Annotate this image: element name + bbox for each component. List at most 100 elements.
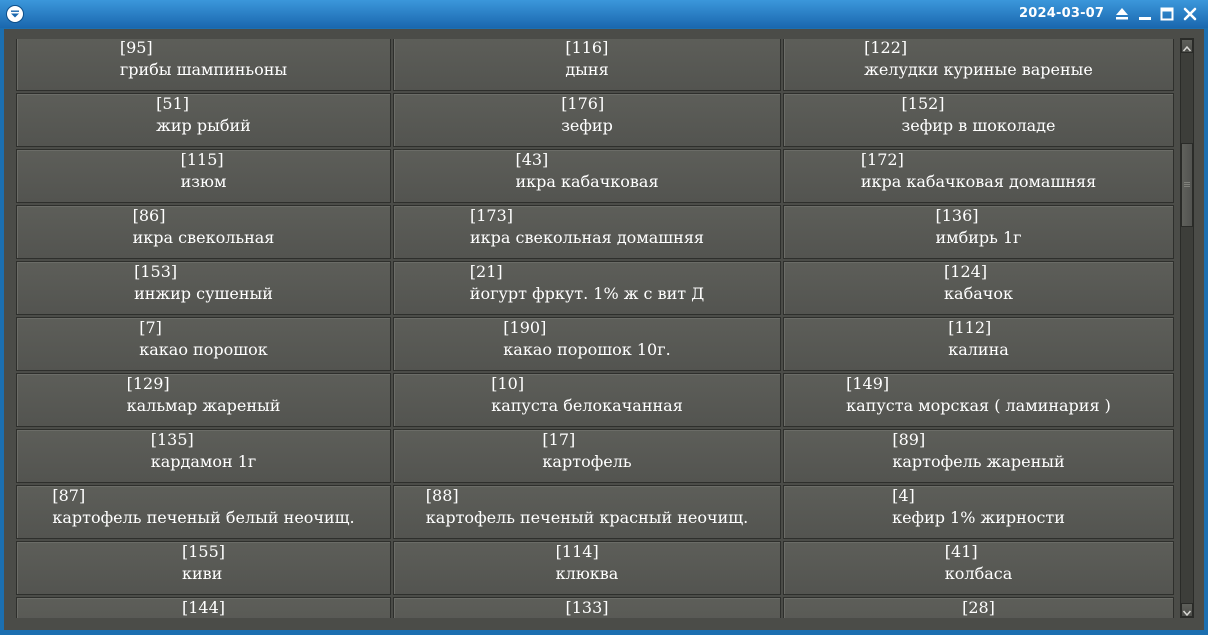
product-button[interactable]: [155] киви — [16, 541, 391, 595]
product-button[interactable]: [51] жир рыбий — [16, 93, 391, 147]
product-button[interactable]: [152] зефир в шоколаде — [783, 93, 1174, 147]
product-button[interactable]: [115] изюм — [16, 149, 391, 203]
product-button-content: [86] икра свекольная — [133, 205, 275, 249]
product-name: йогурт фркут. 1% ж с вит Д — [469, 284, 705, 303]
product-name: икра свекольная домашняя — [469, 228, 705, 247]
product-button[interactable]: [144] — [16, 597, 391, 618]
product-button[interactable]: [172] икра кабачковая домашняя — [783, 149, 1174, 203]
product-id: [51] — [156, 94, 190, 113]
product-button[interactable]: [135] кардамон 1г — [16, 429, 391, 483]
product-name: картофель печеный красный неочищ. — [425, 508, 749, 527]
product-id: [86] — [132, 206, 166, 225]
product-id: [95] — [119, 39, 153, 57]
product-id: [149] — [846, 374, 890, 393]
product-button[interactable]: [10] капуста белокачанная — [393, 373, 781, 427]
scroll-down-arrow-icon[interactable] — [1181, 603, 1193, 617]
product-name: кабачок — [944, 284, 1013, 303]
product-button[interactable]: [173] икра свекольная домашняя — [393, 205, 781, 259]
product-name: желудки куриные вареные — [864, 60, 1093, 79]
product-button-content: [133] — [565, 597, 608, 618]
product-button-content: [152] зефир в шоколаде — [902, 93, 1056, 137]
product-id: [28] — [962, 598, 995, 617]
product-button[interactable]: [43] икра кабачковая — [393, 149, 781, 203]
product-button[interactable]: [153] инжир сушеный — [16, 261, 391, 315]
product-name: клюква — [555, 564, 619, 583]
product-button-content: [149] капуста морская ( ламинария ) — [846, 373, 1111, 417]
product-button-content: [122] желудки куриные вареные — [864, 39, 1093, 81]
product-button[interactable]: [133] — [393, 597, 781, 618]
product-button[interactable]: [86] икра свекольная — [16, 205, 391, 259]
product-button[interactable]: [136] имбирь 1г — [783, 205, 1174, 259]
product-id: [122] — [864, 39, 908, 57]
product-button[interactable]: [17] картофель — [393, 429, 781, 483]
product-button[interactable]: [87] картофель печеный белый неочищ. — [16, 485, 391, 539]
product-button[interactable]: [114] клюква — [393, 541, 781, 595]
product-button[interactable]: [7] какао порошок — [16, 317, 391, 371]
product-button[interactable]: [124] кабачок — [783, 261, 1174, 315]
maximize-icon[interactable] — [1158, 5, 1176, 23]
product-button[interactable]: [89] картофель жареный — [783, 429, 1174, 483]
product-button[interactable]: [41] колбаса — [783, 541, 1174, 595]
close-icon[interactable] — [1181, 5, 1199, 23]
product-id: [124] — [944, 262, 988, 281]
product-button-content: [173] икра свекольная домашняя — [470, 205, 704, 249]
product-id: [41] — [944, 542, 978, 561]
product-button-content: [4] кефир 1% жирности — [892, 485, 1065, 529]
product-button-content: [172] икра кабачковая домашняя — [861, 149, 1096, 193]
product-button-content: [115] изюм — [181, 149, 227, 193]
product-button-content: [43] икра кабачковая — [515, 149, 658, 193]
product-button-content: [51] жир рыбий — [156, 93, 251, 137]
product-name: картофель жареный — [892, 452, 1065, 471]
product-button-content: [114] клюква — [556, 541, 619, 585]
minimize-icon[interactable] — [1136, 5, 1154, 23]
product-button[interactable]: [176] зефир — [393, 93, 781, 147]
product-name: изюм — [180, 172, 227, 191]
product-button-content: [28] — [962, 597, 995, 618]
product-button-content: [41] колбаса — [945, 541, 1012, 585]
product-button[interactable]: [4] кефир 1% жирности — [783, 485, 1174, 539]
product-button[interactable]: [122] желудки куриные вареные — [783, 39, 1174, 91]
product-button[interactable]: [88] картофель печеный красный неочищ. — [393, 485, 781, 539]
product-id: [88] — [425, 486, 459, 505]
product-id: [87] — [52, 486, 86, 505]
scrollbar-thumb[interactable] — [1181, 143, 1193, 227]
product-button[interactable]: [95] грибы шампиньоны — [16, 39, 391, 91]
scroll-up-arrow-icon[interactable] — [1181, 39, 1193, 53]
product-name: жир рыбий — [156, 116, 251, 135]
product-name: какао порошок — [139, 340, 268, 359]
product-list-area: [95] грибы шампиньоны [116] дыня [122] желудк… — [4, 29, 1204, 630]
product-button[interactable]: [116] дыня — [393, 39, 781, 91]
product-id: [135] — [150, 430, 194, 449]
product-button[interactable]: [112] калина — [783, 317, 1174, 371]
product-id: [10] — [491, 374, 525, 393]
window-menu-icon[interactable] — [6, 5, 24, 23]
vertical-scrollbar[interactable] — [1180, 38, 1194, 618]
product-name: калина — [948, 340, 1009, 359]
product-button[interactable]: [190] какао порошок 10г. — [393, 317, 781, 371]
product-button-content: [124] кабачок — [944, 261, 1013, 305]
product-name: кальмар жареный — [126, 396, 281, 415]
product-button-content: [95] грибы шампиньоны — [120, 39, 287, 81]
product-id: [173] — [469, 206, 513, 225]
product-button-content: [112] калина — [948, 317, 1009, 361]
product-id: [114] — [555, 542, 599, 561]
title-date: 2024-03-07 — [1019, 6, 1105, 21]
product-id: [190] — [503, 318, 547, 337]
product-name: капуста белокачанная — [491, 396, 683, 415]
product-button[interactable]: [21] йогурт фркут. 1% ж с вит Д — [393, 261, 781, 315]
product-button-content: [21] йогурт фркут. 1% ж с вит Д — [470, 261, 704, 305]
product-id: [116] — [565, 39, 609, 57]
product-id: [43] — [515, 150, 549, 169]
product-name: киви — [181, 564, 223, 583]
product-id: [152] — [901, 94, 945, 113]
product-button-content: [88] картофель печеный красный неочищ. — [426, 485, 748, 529]
product-name: икра кабачковая — [515, 172, 659, 191]
eject-icon[interactable] — [1113, 5, 1131, 23]
product-id: [153] — [134, 262, 178, 281]
product-name: грибы шампиньоны — [119, 60, 288, 79]
product-name: имбирь 1г — [935, 228, 1022, 247]
product-button-content: [135] кардамон 1г — [151, 429, 257, 473]
product-button[interactable]: [28] — [783, 597, 1174, 618]
product-button[interactable]: [129] кальмар жареный — [16, 373, 391, 427]
product-button[interactable]: [149] капуста морская ( ламинария ) — [783, 373, 1174, 427]
